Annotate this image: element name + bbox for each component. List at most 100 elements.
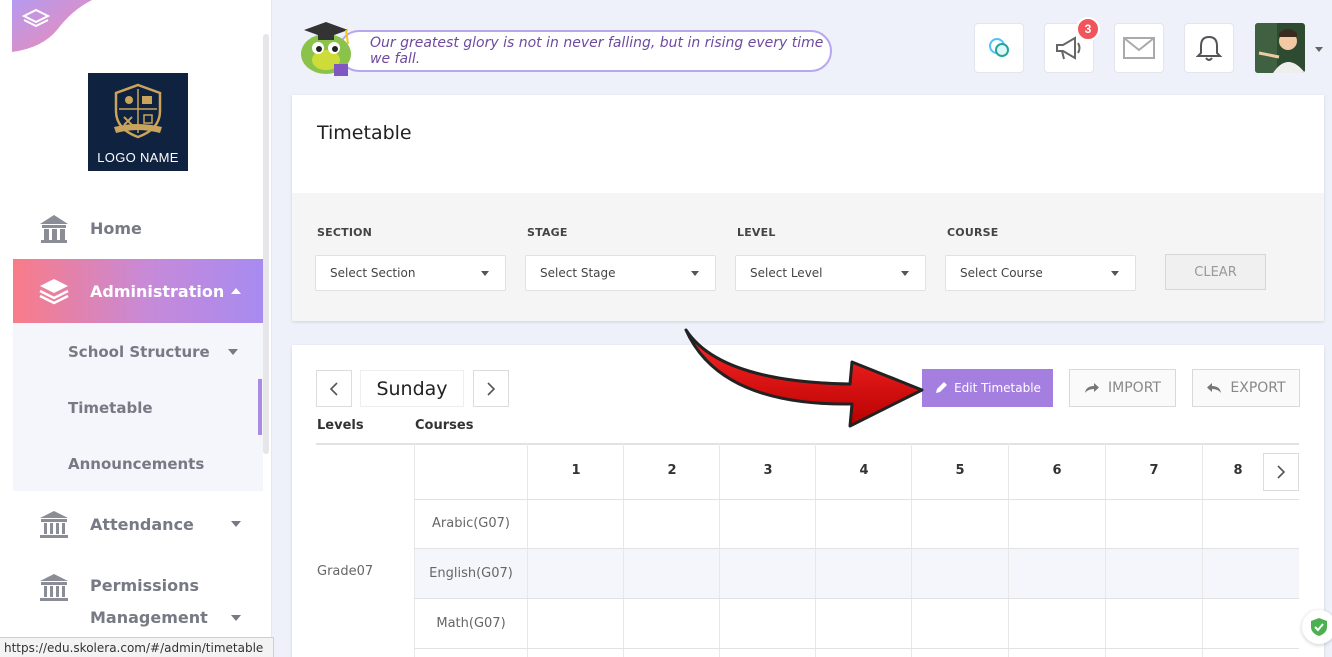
layers-icon bbox=[37, 274, 71, 308]
grid-divider bbox=[414, 499, 1299, 500]
crest-icon bbox=[114, 83, 162, 139]
course-cell: Math(G07) bbox=[436, 616, 506, 631]
period-header: 1 bbox=[571, 463, 581, 478]
sidebar-item-label: Attendance bbox=[90, 514, 194, 534]
red-pointer-arrow-icon bbox=[684, 328, 924, 428]
import-button[interactable]: IMPORT bbox=[1069, 369, 1176, 407]
label-line: Management bbox=[90, 608, 208, 627]
notification-count-badge: 3 bbox=[1076, 17, 1100, 41]
active-indicator bbox=[258, 379, 262, 435]
grid-divider bbox=[414, 548, 1299, 549]
pencil-icon bbox=[936, 382, 948, 393]
user-avatar[interactable] bbox=[1255, 23, 1305, 73]
submenu-item-label: Announcements bbox=[68, 455, 205, 473]
sidebar-scrollbar[interactable] bbox=[263, 34, 269, 454]
mascot-graduate-icon bbox=[290, 14, 362, 80]
share-arrow-icon bbox=[1085, 383, 1100, 393]
chevron-up-icon bbox=[231, 288, 241, 294]
chevron-left-icon bbox=[329, 381, 338, 396]
level-label: LEVEL bbox=[737, 226, 776, 239]
export-button[interactable]: EXPORT bbox=[1192, 369, 1300, 407]
sidebar-item-attendance[interactable]: Attendance bbox=[13, 504, 263, 544]
sidebar-item-home[interactable]: Home bbox=[13, 208, 263, 248]
timetable-filter-card: Timetable SECTION STAGE LEVEL COURSE Sel… bbox=[292, 95, 1324, 321]
chevron-down-icon bbox=[1111, 271, 1119, 276]
chevron-down-icon bbox=[691, 271, 699, 276]
chevron-down-icon bbox=[901, 271, 909, 276]
import-label: IMPORT bbox=[1108, 380, 1161, 396]
export-label: EXPORT bbox=[1230, 380, 1286, 396]
messages-button[interactable] bbox=[1114, 23, 1164, 73]
course-select[interactable]: Select Course bbox=[945, 255, 1136, 291]
courses-header: Courses bbox=[415, 418, 474, 433]
stage-label: STAGE bbox=[527, 226, 568, 239]
sidebar: LOGO NAME Home Administration School Str… bbox=[0, 0, 272, 657]
period-header: 6 bbox=[1052, 463, 1062, 478]
period-header: 5 bbox=[955, 463, 965, 478]
institution-icon bbox=[37, 570, 71, 604]
submenu-item-announcements[interactable]: Announcements bbox=[68, 455, 204, 473]
chevron-right-icon bbox=[1277, 465, 1286, 479]
sidebar-item-label: Home bbox=[90, 218, 142, 238]
level-select[interactable]: Select Level bbox=[735, 255, 926, 291]
stage-select[interactable]: Select Stage bbox=[525, 255, 716, 291]
level-cell: Grade07 bbox=[317, 564, 374, 579]
logo-name-text: LOGO NAME bbox=[97, 150, 179, 165]
section-select[interactable]: Select Section bbox=[315, 255, 506, 291]
sidebar-item-label: Permissions Management bbox=[90, 570, 208, 634]
table-row-shade bbox=[415, 549, 1299, 598]
institution-icon bbox=[37, 507, 71, 541]
previous-day-button[interactable] bbox=[316, 370, 352, 407]
bell-icon bbox=[1196, 35, 1222, 61]
sidebar-item-label: Administration bbox=[90, 281, 225, 301]
chat-button[interactable] bbox=[974, 23, 1024, 73]
period-header: 2 bbox=[667, 463, 677, 478]
mail-icon bbox=[1123, 37, 1155, 59]
chevron-down-icon bbox=[481, 271, 489, 276]
submenu-item-school-structure[interactable]: School Structure bbox=[68, 343, 238, 361]
collapse-sidebar-icon[interactable] bbox=[12, 0, 92, 52]
next-periods-button[interactable] bbox=[1263, 453, 1299, 491]
sidebar-item-administration[interactable]: Administration bbox=[13, 259, 263, 323]
browser-status-url: https://edu.skolera.com/#/admin/timetabl… bbox=[0, 637, 275, 657]
home-building-icon bbox=[37, 211, 71, 245]
quote-text: Our greatest glory is not in never falli… bbox=[370, 35, 824, 67]
current-day: Sunday bbox=[360, 370, 464, 407]
chevron-right-icon bbox=[487, 381, 496, 396]
period-header: 4 bbox=[859, 463, 869, 478]
period-header: 3 bbox=[763, 463, 773, 478]
chevron-down-icon bbox=[231, 521, 241, 527]
reply-arrow-icon bbox=[1207, 383, 1222, 393]
label-line: Permissions bbox=[90, 576, 200, 595]
submenu-item-timetable[interactable]: Timetable bbox=[68, 399, 153, 417]
select-placeholder: Select Stage bbox=[540, 266, 616, 280]
page-title: Timetable bbox=[317, 122, 412, 144]
next-day-button[interactable] bbox=[473, 370, 509, 407]
administration-submenu: School Structure Timetable Announcements bbox=[13, 323, 263, 491]
course-cell: English(G07) bbox=[429, 566, 513, 581]
course-cell: Arabic(G07) bbox=[432, 516, 510, 531]
chevron-down-icon[interactable] bbox=[1315, 47, 1323, 52]
motivation-quote: Our greatest glory is not in never falli… bbox=[338, 30, 832, 72]
chevron-down-icon bbox=[228, 349, 238, 355]
grid-top-border bbox=[316, 443, 1299, 445]
grid-divider bbox=[414, 598, 1299, 599]
select-placeholder: Select Course bbox=[960, 266, 1043, 280]
notifications-button[interactable] bbox=[1184, 23, 1234, 73]
edit-timetable-label: Edit Timetable bbox=[954, 381, 1041, 395]
course-label: COURSE bbox=[947, 226, 999, 239]
security-shield-icon[interactable] bbox=[1302, 610, 1332, 644]
timetable-grid: 1 2 3 4 5 6 7 8 Grade07 Arabic(G07) Engl… bbox=[316, 443, 1299, 657]
school-logo: LOGO NAME bbox=[88, 73, 188, 171]
period-header: 7 bbox=[1149, 463, 1159, 478]
sidebar-item-permissions-management[interactable]: Permissions Management bbox=[13, 570, 263, 634]
submenu-item-label: School Structure bbox=[68, 343, 210, 361]
levels-header: Levels bbox=[317, 418, 364, 433]
grid-divider bbox=[414, 648, 1299, 649]
select-placeholder: Select Level bbox=[750, 266, 823, 280]
chat-icon bbox=[989, 38, 1009, 57]
section-label: SECTION bbox=[317, 226, 373, 239]
edit-timetable-button[interactable]: Edit Timetable bbox=[922, 369, 1053, 407]
submenu-item-label: Timetable bbox=[68, 399, 153, 417]
clear-button[interactable]: CLEAR bbox=[1165, 254, 1266, 290]
